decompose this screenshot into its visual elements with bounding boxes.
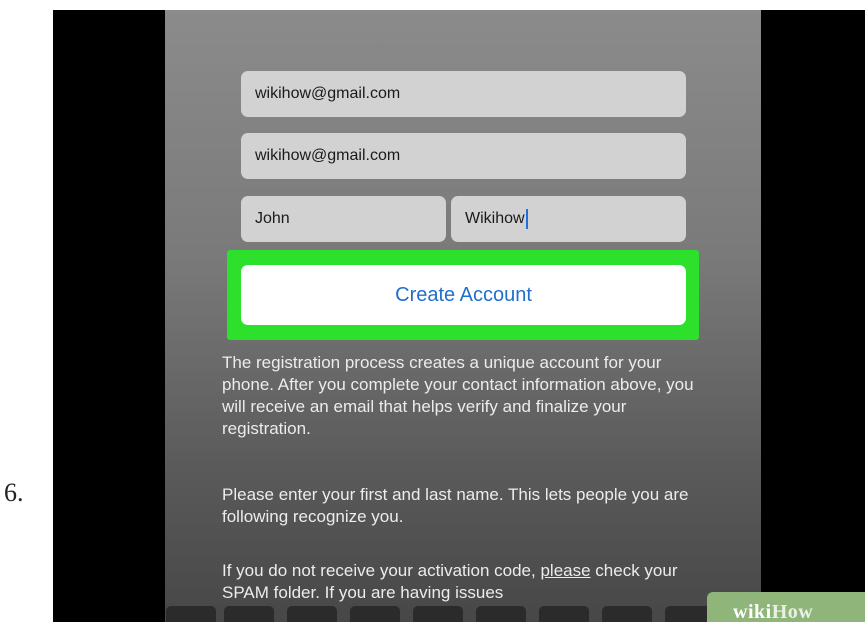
confirm-email-field[interactable]: wikihow@gmail.com [241,133,686,179]
keyboard-key[interactable] [413,606,463,622]
last-name-value: Wikihow [465,210,525,227]
name-info-text: Please enter your first and last name. T… [222,485,689,526]
step-number: 6. [4,478,24,507]
keyboard-key[interactable] [476,606,526,622]
keyboard-key[interactable] [287,606,337,622]
first-name-value: John [255,210,290,227]
device-frame: wikihow@gmail.com wikihow@gmail.com John… [53,10,865,622]
email-value: wikihow@gmail.com [255,85,401,102]
activation-info-text: If you do not receive your activation co… [222,560,712,604]
last-name-field[interactable]: Wikihow [451,196,686,242]
text-cursor [525,208,528,229]
watermark-wiki: wiki [733,601,772,622]
confirm-email-value: wikihow@gmail.com [255,147,401,164]
registration-screen: wikihow@gmail.com wikihow@gmail.com John… [165,10,761,622]
registration-info-text: The registration process creates a uniqu… [222,353,694,438]
keyboard-key[interactable] [166,606,216,622]
activation-text-prefix: If you do not receive your activation co… [222,561,541,580]
keyboard-key[interactable] [224,606,274,622]
please-link[interactable]: please [540,561,590,580]
keyboard-key[interactable] [539,606,589,622]
keyboard-key[interactable] [350,606,400,622]
keyboard-key[interactable] [602,606,652,622]
wikihow-watermark: wikiHow [707,592,865,622]
email-field[interactable]: wikihow@gmail.com [241,71,686,117]
create-account-button[interactable]: Create Account [241,265,686,325]
watermark-how: How [771,601,814,622]
first-name-field[interactable]: John [241,196,446,242]
